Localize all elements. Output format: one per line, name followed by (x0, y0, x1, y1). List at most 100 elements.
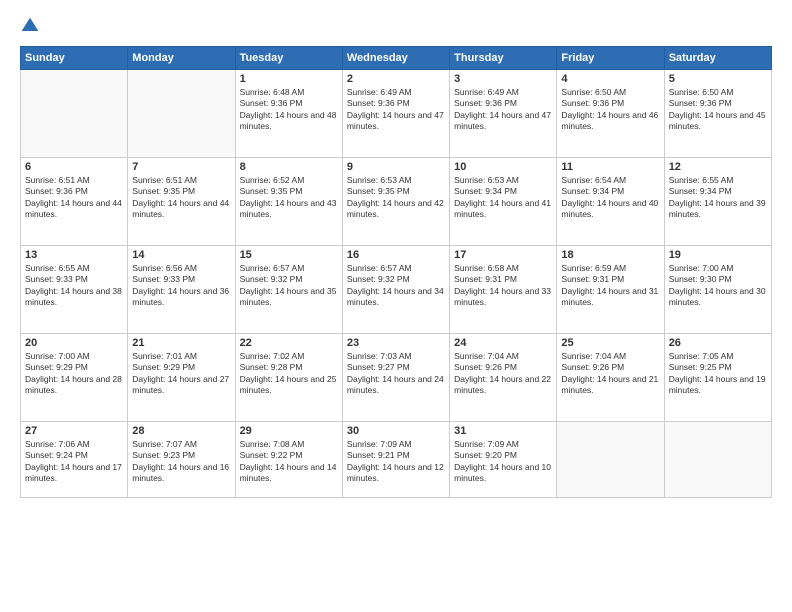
calendar-cell: 17Sunrise: 6:58 AMSunset: 9:31 PMDayligh… (450, 246, 557, 334)
cell-content: Daylight: 14 hours and 22 minutes. (454, 374, 552, 397)
day-number: 27 (25, 425, 123, 437)
cell-content: Sunset: 9:25 PM (669, 362, 767, 373)
day-header-thursday: Thursday (450, 47, 557, 70)
cell-content: Daylight: 14 hours and 41 minutes. (454, 198, 552, 221)
cell-content: Sunset: 9:35 PM (240, 186, 338, 197)
day-number: 9 (347, 161, 445, 173)
cell-content: Daylight: 14 hours and 36 minutes. (132, 286, 230, 309)
cell-content: Sunrise: 6:50 AM (669, 87, 767, 98)
calendar-cell: 2Sunrise: 6:49 AMSunset: 9:36 PMDaylight… (342, 70, 449, 158)
cell-content: Sunset: 9:36 PM (240, 98, 338, 109)
cell-content: Sunset: 9:26 PM (561, 362, 659, 373)
cell-content: Sunset: 9:30 PM (669, 274, 767, 285)
cell-content: Sunset: 9:31 PM (561, 274, 659, 285)
day-header-sunday: Sunday (21, 47, 128, 70)
day-number: 1 (240, 73, 338, 85)
calendar-cell: 20Sunrise: 7:00 AMSunset: 9:29 PMDayligh… (21, 334, 128, 422)
cell-content: Daylight: 14 hours and 44 minutes. (132, 198, 230, 221)
week-row-4: 20Sunrise: 7:00 AMSunset: 9:29 PMDayligh… (21, 334, 772, 422)
cell-content: Daylight: 14 hours and 45 minutes. (669, 110, 767, 133)
cell-content: Sunrise: 7:00 AM (669, 263, 767, 274)
calendar-cell: 4Sunrise: 6:50 AMSunset: 9:36 PMDaylight… (557, 70, 664, 158)
cell-content: Sunrise: 7:04 AM (561, 351, 659, 362)
cell-content: Daylight: 14 hours and 44 minutes. (25, 198, 123, 221)
cell-content: Daylight: 14 hours and 14 minutes. (240, 462, 338, 485)
cell-content: Daylight: 14 hours and 48 minutes. (240, 110, 338, 133)
cell-content: Daylight: 14 hours and 21 minutes. (561, 374, 659, 397)
day-header-monday: Monday (128, 47, 235, 70)
day-header-saturday: Saturday (664, 47, 771, 70)
calendar-cell: 6Sunrise: 6:51 AMSunset: 9:36 PMDaylight… (21, 158, 128, 246)
cell-content: Sunrise: 7:09 AM (454, 439, 552, 450)
week-row-3: 13Sunrise: 6:55 AMSunset: 9:33 PMDayligh… (21, 246, 772, 334)
page: SundayMondayTuesdayWednesdayThursdayFrid… (0, 0, 792, 612)
cell-content: Sunrise: 6:49 AM (347, 87, 445, 98)
day-number: 14 (132, 249, 230, 261)
logo-icon (20, 16, 40, 36)
calendar-cell: 26Sunrise: 7:05 AMSunset: 9:25 PMDayligh… (664, 334, 771, 422)
calendar-cell: 27Sunrise: 7:06 AMSunset: 9:24 PMDayligh… (21, 422, 128, 498)
cell-content: Daylight: 14 hours and 19 minutes. (669, 374, 767, 397)
calendar-cell: 28Sunrise: 7:07 AMSunset: 9:23 PMDayligh… (128, 422, 235, 498)
cell-content: Sunset: 9:33 PM (25, 274, 123, 285)
cell-content: Daylight: 14 hours and 28 minutes. (25, 374, 123, 397)
calendar-cell: 9Sunrise: 6:53 AMSunset: 9:35 PMDaylight… (342, 158, 449, 246)
header (20, 16, 772, 36)
calendar-cell (664, 422, 771, 498)
day-number: 23 (347, 337, 445, 349)
cell-content: Daylight: 14 hours and 16 minutes. (132, 462, 230, 485)
cell-content: Sunrise: 7:03 AM (347, 351, 445, 362)
day-number: 7 (132, 161, 230, 173)
calendar-cell: 1Sunrise: 6:48 AMSunset: 9:36 PMDaylight… (235, 70, 342, 158)
day-number: 12 (669, 161, 767, 173)
cell-content: Sunset: 9:36 PM (669, 98, 767, 109)
day-number: 6 (25, 161, 123, 173)
cell-content: Sunrise: 6:57 AM (240, 263, 338, 274)
cell-content: Sunrise: 7:05 AM (669, 351, 767, 362)
cell-content: Daylight: 14 hours and 25 minutes. (240, 374, 338, 397)
cell-content: Sunrise: 7:01 AM (132, 351, 230, 362)
day-number: 30 (347, 425, 445, 437)
day-header-wednesday: Wednesday (342, 47, 449, 70)
day-number: 8 (240, 161, 338, 173)
cell-content: Daylight: 14 hours and 27 minutes. (132, 374, 230, 397)
cell-content: Daylight: 14 hours and 31 minutes. (561, 286, 659, 309)
cell-content: Daylight: 14 hours and 35 minutes. (240, 286, 338, 309)
cell-content: Sunrise: 7:07 AM (132, 439, 230, 450)
cell-content: Sunset: 9:33 PM (132, 274, 230, 285)
cell-content: Sunrise: 6:50 AM (561, 87, 659, 98)
cell-content: Sunrise: 6:53 AM (347, 175, 445, 186)
day-number: 31 (454, 425, 552, 437)
day-number: 28 (132, 425, 230, 437)
cell-content: Daylight: 14 hours and 38 minutes. (25, 286, 123, 309)
day-number: 18 (561, 249, 659, 261)
cell-content: Sunrise: 7:08 AM (240, 439, 338, 450)
day-number: 2 (347, 73, 445, 85)
cell-content: Sunset: 9:34 PM (669, 186, 767, 197)
day-header-tuesday: Tuesday (235, 47, 342, 70)
cell-content: Daylight: 14 hours and 34 minutes. (347, 286, 445, 309)
calendar-cell: 13Sunrise: 6:55 AMSunset: 9:33 PMDayligh… (21, 246, 128, 334)
day-number: 17 (454, 249, 552, 261)
cell-content: Daylight: 14 hours and 46 minutes. (561, 110, 659, 133)
cell-content: Sunset: 9:35 PM (132, 186, 230, 197)
week-row-2: 6Sunrise: 6:51 AMSunset: 9:36 PMDaylight… (21, 158, 772, 246)
cell-content: Daylight: 14 hours and 12 minutes. (347, 462, 445, 485)
day-number: 22 (240, 337, 338, 349)
day-number: 5 (669, 73, 767, 85)
cell-content: Daylight: 14 hours and 42 minutes. (347, 198, 445, 221)
cell-content: Sunset: 9:34 PM (454, 186, 552, 197)
calendar-cell: 10Sunrise: 6:53 AMSunset: 9:34 PMDayligh… (450, 158, 557, 246)
calendar-cell: 29Sunrise: 7:08 AMSunset: 9:22 PMDayligh… (235, 422, 342, 498)
cell-content: Sunrise: 6:57 AM (347, 263, 445, 274)
cell-content: Daylight: 14 hours and 10 minutes. (454, 462, 552, 485)
cell-content: Sunset: 9:32 PM (240, 274, 338, 285)
day-number: 29 (240, 425, 338, 437)
cell-content: Sunrise: 6:56 AM (132, 263, 230, 274)
cell-content: Sunrise: 6:58 AM (454, 263, 552, 274)
day-number: 16 (347, 249, 445, 261)
calendar-cell: 19Sunrise: 7:00 AMSunset: 9:30 PMDayligh… (664, 246, 771, 334)
calendar-cell: 8Sunrise: 6:52 AMSunset: 9:35 PMDaylight… (235, 158, 342, 246)
cell-content: Sunrise: 7:09 AM (347, 439, 445, 450)
day-number: 19 (669, 249, 767, 261)
